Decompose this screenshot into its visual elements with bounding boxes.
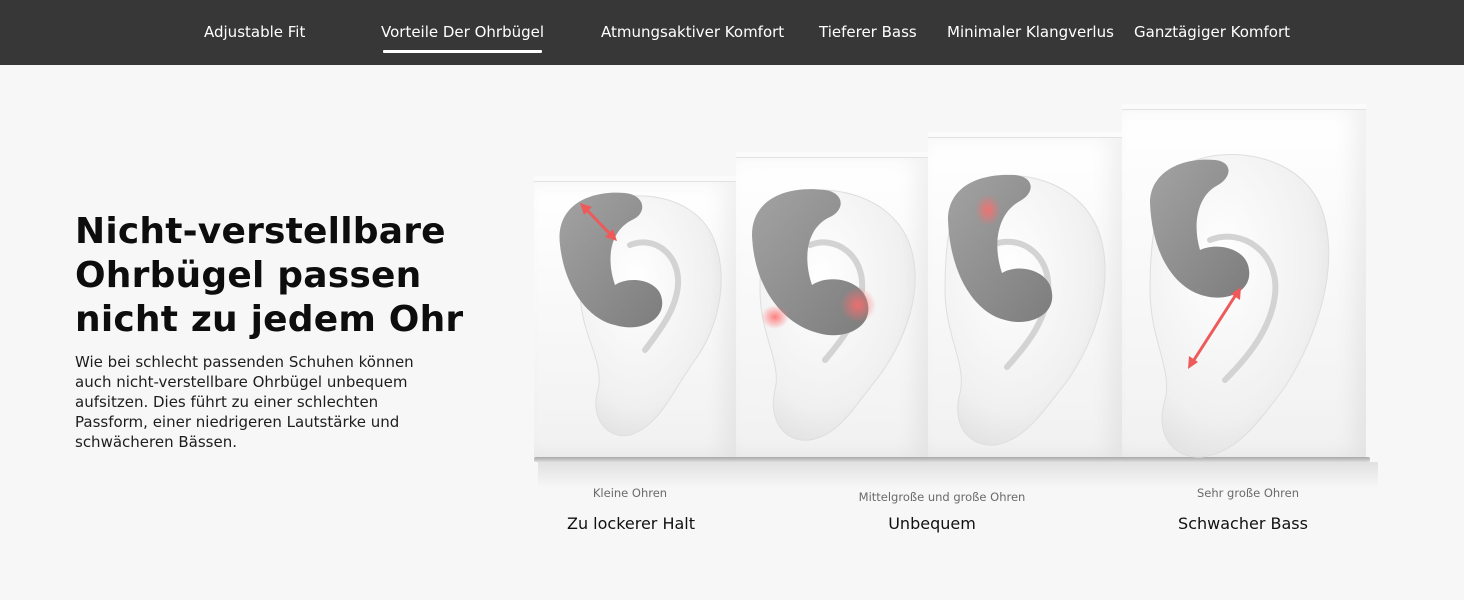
tab-ganztaegiger-komfort[interactable]: Ganztägiger Komfort [1134, 0, 1290, 65]
tab-label: Minimaler Klangverlus [947, 23, 1114, 41]
tab-label: Tieferer Bass [819, 23, 917, 41]
description-line: Wie bei schlecht passenden Schuhen könne… [75, 353, 414, 371]
description-line: Passform, einer niedrigeren Lautstärke u… [75, 413, 400, 431]
headline-line: Ohrbügel passen [75, 255, 422, 296]
headline-line: nicht zu jedem Ohr [75, 299, 464, 340]
headline-line: Nicht-verstellbare [75, 211, 446, 252]
tab-label: Ganztägiger Komfort [1134, 23, 1291, 41]
tab-label: Vorteile Der Ohrbügel [381, 23, 545, 41]
ear-drawings [559, 154, 1330, 458]
description-line: aufsitzen. Dies führt zu einer schlechte… [75, 393, 379, 411]
tab-minimaler-klangverlus[interactable]: Minimaler Klangverlus [947, 0, 1114, 65]
caption-result-very-large: Schwacher Bass [1178, 514, 1308, 533]
tab-adjustable-fit[interactable]: Adjustable Fit [204, 0, 305, 65]
tab-atmungsaktiver-komfort[interactable]: Atmungsaktiver Komfort [601, 0, 784, 65]
ear-medium [752, 189, 916, 441]
caption-size-small: Kleine Ohren [592, 486, 668, 500]
caption-size-very-large: Sehr große Ohren [1196, 486, 1300, 500]
ear-comparison-illustration [520, 95, 1400, 495]
tab-label: Atmungsaktiver Komfort [601, 23, 785, 41]
caption-result-medium: Unbequem [888, 514, 976, 533]
top-nav: Adjustable Fit Vorteile Der Ohrbügel Atm… [0, 0, 1464, 65]
caption-result-small: Zu lockerer Halt [566, 514, 696, 533]
tab-tieferer-bass[interactable]: Tieferer Bass [819, 0, 917, 65]
tab-vorteile-der-ohrbuegel[interactable]: Vorteile Der Ohrbügel [381, 0, 544, 65]
description-line: auch nicht-verstellbare Ohrbügel unbeque… [75, 373, 408, 391]
caption-size-medium: Mittelgroße und große Ohren [858, 490, 1026, 504]
ear-large [944, 174, 1106, 446]
page-headline: Nicht-verstellbare Ohrbügel passen nicht… [75, 210, 495, 342]
description-line: schwächeren Bässen. [75, 433, 237, 451]
tab-label: Adjustable Fit [204, 23, 306, 41]
ear-small [559, 192, 722, 437]
description-text: Wie bei schlecht passenden Schuhen könne… [75, 352, 470, 452]
ear-very-large [1149, 154, 1330, 458]
